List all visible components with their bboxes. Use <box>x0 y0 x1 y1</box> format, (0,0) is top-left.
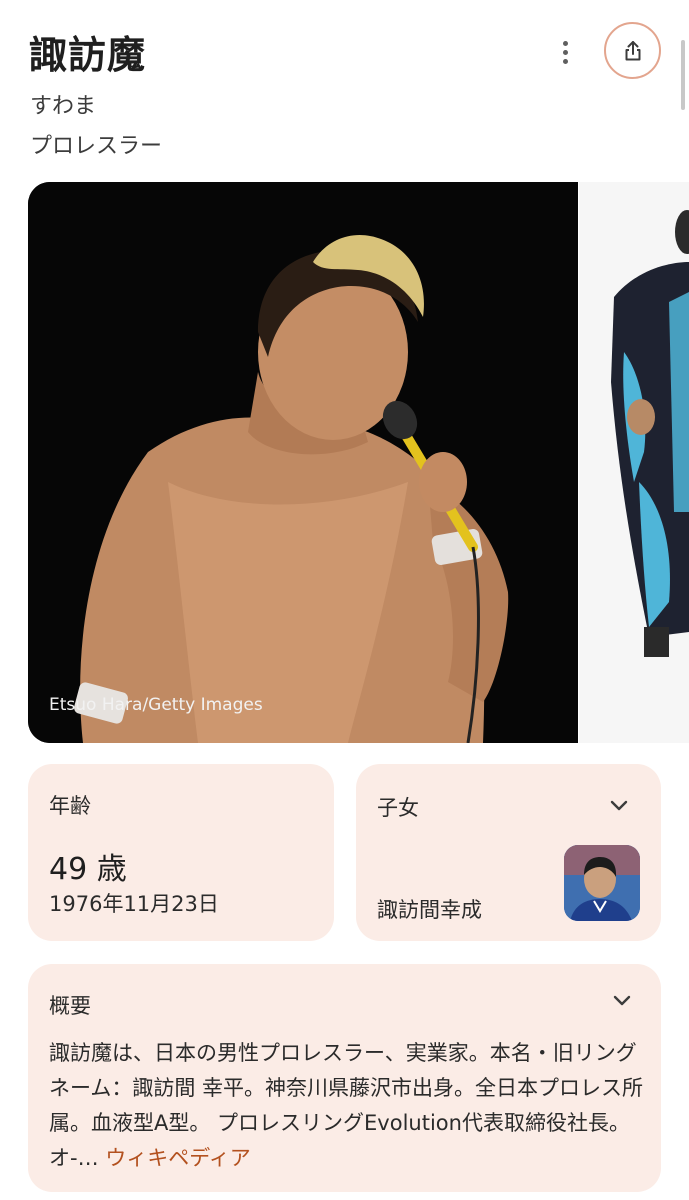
share-button[interactable] <box>604 22 661 79</box>
age-card[interactable]: 年齢 49 歳 1976年11月23日 <box>28 764 334 941</box>
children-card[interactable]: 子女 諏訪間幸成 <box>356 764 661 941</box>
entity-reading: すわま <box>30 94 97 119</box>
child-name: 諏訪間幸成 <box>377 898 482 922</box>
share-icon <box>625 40 640 60</box>
image-credit: Etsuo Hara/Getty Images <box>49 695 263 715</box>
more-options-button[interactable] <box>551 38 579 66</box>
child-avatar-illustration <box>564 845 640 921</box>
more-vert-icon-dot <box>562 58 568 64</box>
wrestler-photo[interactable]: Etsuo Hara/Getty Images <box>28 182 578 743</box>
age-label: 年齢 <box>49 794 91 818</box>
children-label: 子女 <box>377 796 419 820</box>
chevron-down-icon[interactable] <box>610 988 634 1012</box>
summary-text: 諏訪魔は、日本の男性プロレスラー、実業家。本名・旧リングネーム：諏訪間 幸平。神… <box>49 1036 649 1176</box>
second-photo-preview[interactable] <box>579 182 689 743</box>
wrestler-photo-illustration <box>28 182 578 743</box>
more-vert-icon <box>562 40 568 46</box>
entity-profession: プロレスラー <box>30 134 163 159</box>
age-value: 49 歳 <box>49 852 127 887</box>
page-scrollbar[interactable] <box>681 40 685 110</box>
image-carousel[interactable]: Etsuo Hara/Getty Images <box>28 182 689 743</box>
chevron-down-icon[interactable] <box>607 793 631 817</box>
birth-date: 1976年11月23日 <box>49 892 219 916</box>
summary-label: 概要 <box>49 994 91 1018</box>
summary-card[interactable]: 概要 諏訪魔は、日本の男性プロレスラー、実業家。本名・旧リングネーム：諏訪間 幸… <box>28 964 661 1192</box>
entity-title: 諏訪魔 <box>29 33 147 77</box>
child-avatar[interactable] <box>564 845 640 921</box>
second-photo-illustration <box>579 182 689 743</box>
wikipedia-link[interactable]: ウィキペディア <box>105 1146 251 1170</box>
more-vert-icon-dot <box>562 49 568 55</box>
